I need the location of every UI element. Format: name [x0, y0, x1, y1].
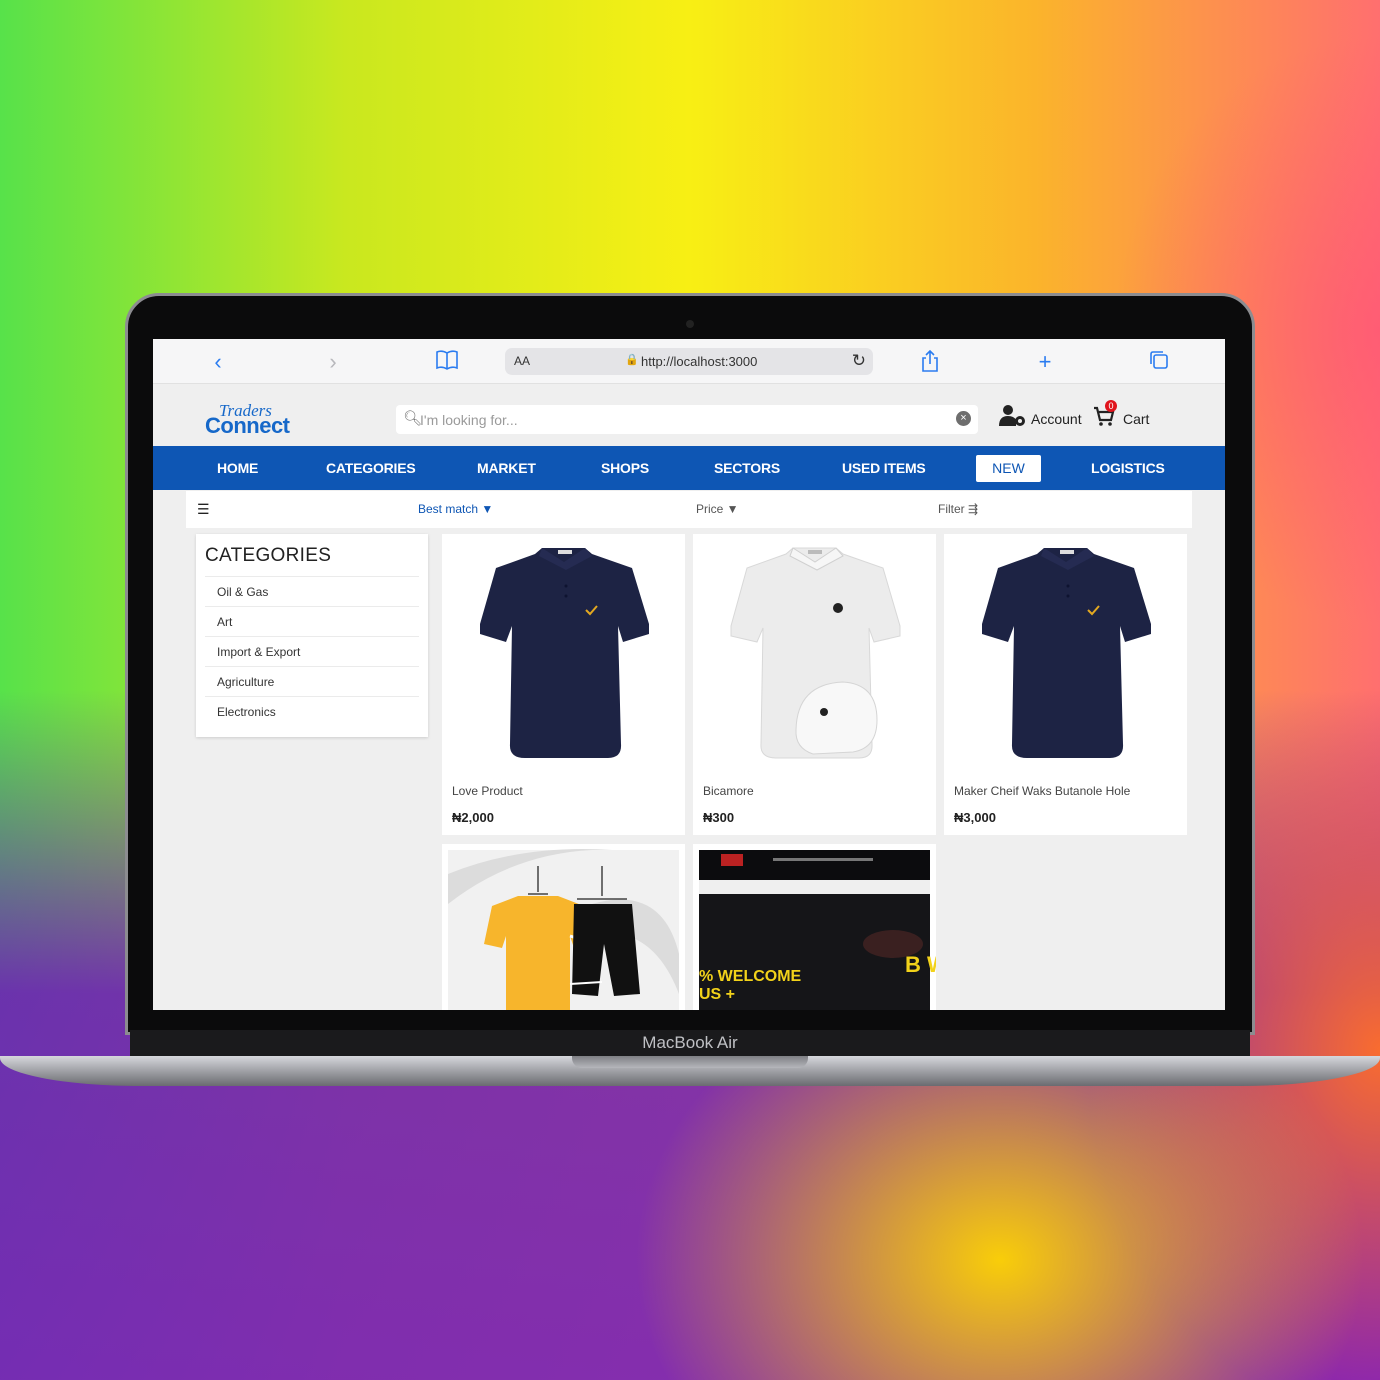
account-button[interactable]: Account — [999, 404, 1082, 434]
nav-market[interactable]: MARKET — [477, 446, 536, 490]
back-icon[interactable]: ‹ — [205, 349, 231, 375]
banner-bonus-text: US + — [699, 986, 735, 1003]
cart-button[interactable]: 0 Cart — [1093, 400, 1150, 433]
account-label: Account — [1031, 411, 1082, 427]
user-settings-icon — [999, 404, 1027, 434]
browser-window: ‹ › AA 🔒 http://localhost:3000 ↻ + Trade… — [153, 339, 1225, 1010]
product-name: Love Product — [452, 784, 523, 798]
address-bar[interactable]: AA 🔒 http://localhost:3000 ↻ — [505, 348, 873, 375]
categories-title: CATEGORIES — [205, 545, 332, 566]
product-price: ₦300 — [703, 810, 735, 825]
nav-categories[interactable]: CATEGORIES — [326, 446, 416, 490]
cart-icon: 0 — [1093, 400, 1117, 433]
category-oil-gas[interactable]: Oil & Gas — [205, 576, 419, 606]
categories-list: Oil & Gas Art Import & Export Agricultur… — [205, 576, 419, 726]
main-nav: HOME CATEGORIES MARKET SHOPS SECTORS USE… — [153, 446, 1225, 490]
search-box: 🔍︎ × — [396, 405, 978, 434]
banner-welcome-text: % WELCOME — [699, 968, 802, 985]
new-tab-icon[interactable]: + — [1032, 349, 1058, 375]
product-price: ₦3,000 — [954, 810, 996, 825]
cart-count-badge: 0 — [1105, 400, 1117, 412]
banner-big-letters: B W — [905, 952, 936, 977]
forward-icon[interactable]: › — [320, 349, 346, 375]
category-art[interactable]: Art — [205, 606, 419, 636]
sort-best-match[interactable]: Best match ▼ — [418, 502, 493, 516]
traders-connect-logo[interactable]: Traders Connect — [205, 401, 305, 438]
nav-home[interactable]: HOME — [217, 446, 258, 490]
navy-polo-shirt-image — [982, 548, 1151, 758]
sort-bar: ☰ Best match ▼ Price ▼ Filter ⇶ — [186, 491, 1192, 528]
category-electronics[interactable]: Electronics — [205, 696, 419, 726]
site-header: Traders Connect 🔍︎ × Account 0 Cart — [153, 384, 1225, 446]
product-card[interactable] — [442, 844, 685, 1010]
navy-polo-shirt-image — [480, 548, 649, 758]
product-card[interactable]: % WELCOME US + B W — [693, 844, 936, 1010]
reload-icon[interactable]: ↻ — [852, 351, 866, 371]
product-card[interactable]: Love Product ₦2,000 — [442, 534, 685, 835]
device-label: MacBook Air — [642, 1033, 738, 1052]
list-view-icon[interactable]: ☰ — [197, 501, 210, 518]
tabs-icon[interactable] — [1146, 349, 1172, 375]
nav-sectors[interactable]: SECTORS — [714, 446, 780, 490]
lock-icon: 🔒 — [625, 354, 639, 366]
nav-shops[interactable]: SHOPS — [601, 446, 649, 490]
browser-toolbar: ‹ › AA 🔒 http://localhost:3000 ↻ + — [153, 339, 1225, 384]
yellow-tshirt-shorts-set-image — [448, 849, 679, 1010]
product-price: ₦2,000 — [452, 810, 494, 825]
clear-search-icon[interactable]: × — [956, 411, 971, 426]
share-icon[interactable] — [917, 349, 943, 375]
product-card[interactable]: Maker Cheif Waks Butanole Hole ₦3,000 — [944, 534, 1187, 835]
category-import-export[interactable]: Import & Export — [205, 636, 419, 666]
url-text: http://localhost:3000 — [641, 354, 758, 369]
nav-used-items[interactable]: USED ITEMS — [842, 446, 926, 490]
product-name: Bicamore — [703, 784, 754, 798]
bookmarks-icon[interactable] — [434, 349, 460, 375]
cart-label: Cart — [1123, 411, 1150, 427]
sort-price[interactable]: Price ▼ — [696, 502, 739, 516]
nav-new[interactable]: NEW — [976, 455, 1041, 482]
category-agriculture[interactable]: Agriculture — [205, 666, 419, 696]
text-size-button[interactable]: AA — [514, 354, 530, 368]
search-input[interactable] — [420, 409, 940, 430]
nav-logistics[interactable]: LOGISTICS — [1091, 446, 1165, 490]
website-banner-image: % WELCOME US + B W — [699, 850, 936, 1010]
filter-button[interactable]: Filter ⇶ — [938, 502, 978, 516]
laptop-notch — [572, 1056, 808, 1068]
camera-icon — [686, 320, 694, 328]
product-name: Maker Cheif Waks Butanole Hole — [954, 784, 1131, 798]
white-polo-and-cap-image — [730, 547, 901, 759]
product-card[interactable]: Bicamore ₦300 — [693, 534, 936, 835]
categories-panel: CATEGORIES Oil & Gas Art Import & Export… — [196, 534, 428, 737]
